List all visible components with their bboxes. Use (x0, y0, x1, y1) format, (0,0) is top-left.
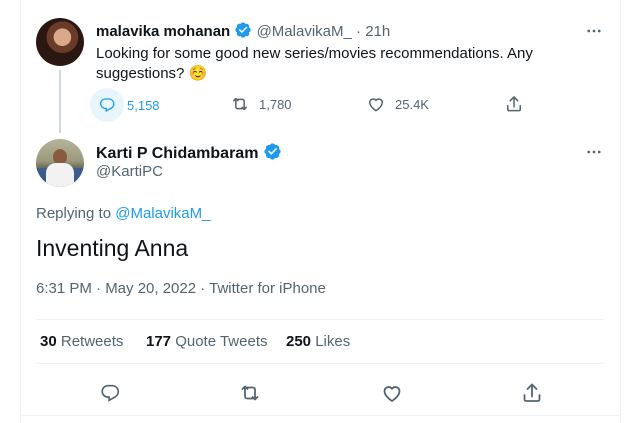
verified-badge-icon (263, 142, 282, 166)
reply-icon (90, 88, 124, 122)
author-name[interactable]: Karti P Chidambaram (96, 145, 258, 162)
like-button[interactable]: 25.4K (366, 94, 429, 114)
quote-tweets-stat[interactable]: 177 Quote Tweets (146, 333, 267, 350)
heart-icon (366, 94, 386, 114)
more-options-icon[interactable] (584, 21, 604, 41)
divider (36, 363, 604, 364)
author-handle[interactable]: @KartiPC (96, 163, 163, 180)
main-tweet-text: Inventing Anna (36, 235, 189, 261)
main-tweet-actions (0, 380, 634, 406)
avatar[interactable] (36, 18, 84, 66)
column-border-right (620, 0, 621, 423)
separator-dot: · (356, 23, 362, 40)
parent-tweet-actions: 5,158 1,780 25.4K (90, 88, 530, 122)
author-name[interactable]: malavika mohanan (96, 23, 230, 40)
retweets-stat[interactable]: 30 Retweets (40, 333, 123, 350)
heart-icon (383, 386, 401, 403)
author-handle[interactable]: @MalavikaM_ (257, 23, 352, 40)
replying-prefix: Replying to (36, 205, 112, 222)
like-button[interactable] (379, 380, 405, 406)
retweets-label: Retweets (60, 333, 124, 350)
likes-label: Likes (315, 333, 351, 350)
share-button[interactable] (519, 380, 545, 406)
reply-button[interactable]: 5,158 (90, 88, 160, 122)
avatar-body (46, 163, 74, 187)
retweets-count: 30 (40, 333, 57, 350)
likes-stat[interactable]: 250 Likes (286, 333, 350, 350)
column-border-left (20, 0, 21, 423)
divider (36, 319, 604, 320)
share-icon (523, 383, 541, 402)
reply-icon (101, 384, 120, 402)
reply-count: 5,158 (127, 97, 160, 113)
parent-tweet-text: Looking for some good new series/movies … (96, 45, 533, 82)
verified-badge-icon (234, 21, 252, 43)
replying-to: Replying to @MalavikaM_ (36, 205, 210, 222)
retweet-icon (241, 385, 259, 401)
tweet-timestamp[interactable]: 6:31 PM · May 20, 2022 · Twitter for iPh… (36, 280, 326, 297)
retweet-icon (230, 94, 250, 114)
share-icon (504, 94, 524, 114)
likes-count: 250 (286, 333, 312, 350)
more-options-icon[interactable] (584, 142, 604, 162)
tweet-time[interactable]: 21h (365, 23, 390, 40)
share-button[interactable] (504, 94, 524, 114)
retweet-button[interactable] (237, 380, 263, 406)
thread-connector (59, 70, 61, 133)
avatar[interactable] (36, 139, 84, 187)
replying-to-link[interactable]: @MalavikaM_ (115, 205, 210, 222)
retweet-button[interactable]: 1,780 (230, 94, 292, 114)
tweet-thread: malavika mohanan @MalavikaM_ · 21h Looki… (0, 0, 634, 423)
parent-tweet-header: malavika mohanan @MalavikaM_ · 21h (96, 21, 390, 43)
quote-count: 177 (146, 333, 172, 350)
quote-label: Quote Tweets (175, 333, 268, 350)
divider (20, 415, 621, 416)
like-count: 25.4K (395, 96, 429, 112)
reply-button[interactable] (97, 380, 123, 406)
retweet-count: 1,780 (259, 96, 292, 112)
